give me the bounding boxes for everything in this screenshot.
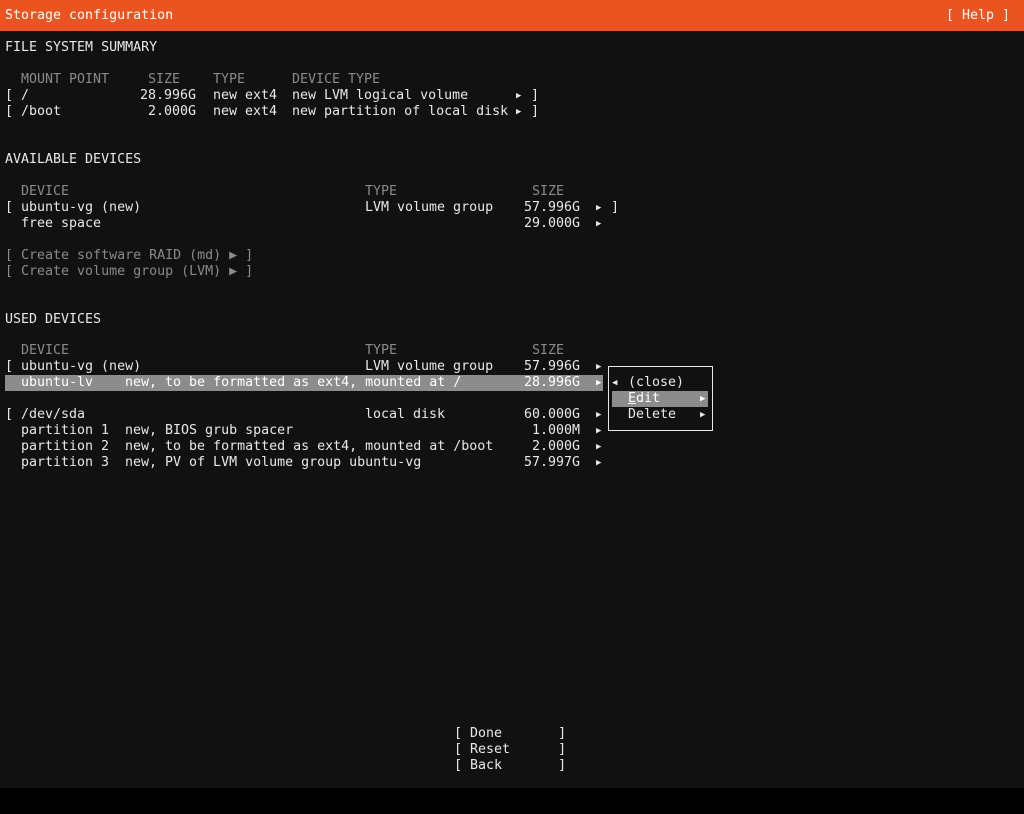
bracket-open: [	[5, 359, 14, 374]
page-title: Storage configuration	[5, 8, 174, 23]
fs-col-type: TYPE	[213, 72, 246, 87]
fs-col-size: SIZE	[148, 72, 181, 87]
device-type: LVM volume group	[365, 200, 494, 215]
done-button[interactable]: [ Done ]	[454, 726, 566, 742]
partition-name: partition 2	[21, 439, 110, 454]
bracket-close: ]	[531, 88, 540, 103]
device-size: 28.996G	[524, 375, 581, 390]
device-type: LVM volume group	[365, 359, 494, 374]
avail-col-size: SIZE	[532, 184, 565, 199]
device-name: ubuntu-vg (new)	[21, 200, 142, 215]
partition-name: partition 3	[21, 455, 110, 470]
reset-button[interactable]: [ Reset ]	[454, 742, 566, 758]
close-label: (close)	[628, 375, 685, 390]
partition-size: 2.000G	[532, 439, 581, 454]
back-arrow-icon: ◀	[612, 378, 618, 388]
create-raid-button[interactable]: [ Create software RAID (md) ▶ ]	[5, 248, 253, 264]
submenu-arrow-icon: ▶	[700, 394, 706, 404]
device-name: free space	[21, 216, 102, 231]
device-size: 57.996G	[524, 200, 581, 215]
menu-arrow-icon[interactable]: ▶	[596, 423, 601, 439]
fs-mount: /	[21, 88, 30, 103]
device-name: ubuntu-vg (new)	[21, 359, 142, 374]
menu-arrow-icon[interactable]: ▶	[596, 359, 601, 375]
used-col-size: SIZE	[532, 343, 565, 358]
bracket-open: [	[5, 200, 14, 215]
avail-col-device: DEVICE	[21, 184, 70, 199]
back-button[interactable]: [ Back ]	[454, 758, 566, 774]
help-button[interactable]: [ Help ]	[946, 8, 1010, 23]
menu-arrow-icon[interactable]: ▶	[596, 439, 601, 455]
device-size: 29.000G	[524, 216, 581, 231]
used-col-device: DEVICE	[21, 343, 70, 358]
fs-col-mount: MOUNT POINT	[21, 72, 110, 87]
menu-arrow-icon[interactable]: ▶	[596, 407, 601, 423]
device-size: 57.996G	[524, 359, 581, 374]
device-size: 60.000G	[524, 407, 581, 422]
partition-size: 57.997G	[524, 455, 581, 470]
menu-arrow-icon[interactable]: ▶	[596, 455, 601, 471]
title-bar: Storage configuration [ Help ]	[0, 0, 1024, 31]
submenu-arrow-icon: ▶	[700, 410, 706, 420]
device-name: ubuntu-lv	[21, 375, 94, 390]
delete-label: Delete	[628, 407, 677, 422]
menu-arrow-icon[interactable]: ▶	[596, 375, 601, 391]
device-name: /dev/sda	[21, 407, 86, 422]
fs-device-type: new partition of local disk	[292, 104, 509, 119]
edit-label-rest: dit	[636, 391, 661, 406]
fs-mount: /boot	[21, 104, 62, 119]
bracket-open: [	[5, 407, 14, 422]
fs-col-device-type: DEVICE TYPE	[292, 72, 381, 87]
fs-size: 28.996G	[140, 88, 197, 103]
device-desc: new, to be formatted as ext4, mounted at…	[125, 375, 462, 390]
fs-summary-heading: FILE SYSTEM SUMMARY	[5, 40, 158, 55]
partition-desc: new, PV of LVM volume group ubuntu-vg	[125, 455, 422, 470]
menu-arrow-icon[interactable]: ▶	[596, 200, 601, 216]
menu-arrow-icon[interactable]: ▶	[516, 88, 521, 104]
partition-desc: new, BIOS grub spacer	[125, 423, 294, 438]
bracket-open: [	[5, 104, 14, 119]
fs-type: new ext4	[213, 104, 278, 119]
fs-size: 2.000G	[148, 104, 197, 119]
edit-hotkey: E	[628, 391, 637, 406]
partition-size: 1.000M	[532, 423, 581, 438]
bottom-bar	[0, 788, 1024, 814]
bracket-open: [	[5, 88, 14, 103]
menu-arrow-icon[interactable]: ▶	[516, 104, 521, 120]
partition-name: partition 1	[21, 423, 110, 438]
edit-label: Edit	[628, 391, 660, 407]
used-heading: USED DEVICES	[5, 312, 102, 327]
create-vg-button[interactable]: [ Create volume group (LVM) ▶ ]	[5, 264, 253, 280]
fs-type: new ext4	[213, 88, 278, 103]
fs-device-type: new LVM logical volume	[292, 88, 469, 103]
bracket-close: ]	[531, 104, 540, 119]
action-menu-popup: ◀ (close) Edit ▶ Delete ▶	[608, 366, 713, 431]
menu-arrow-icon[interactable]: ▶	[596, 216, 601, 232]
device-type: local disk	[365, 407, 446, 422]
available-heading: AVAILABLE DEVICES	[5, 152, 142, 167]
partition-desc: new, to be formatted as ext4, mounted at…	[125, 439, 494, 454]
bracket-close: ]	[611, 200, 620, 215]
avail-col-type: TYPE	[365, 184, 398, 199]
used-col-type: TYPE	[365, 343, 398, 358]
